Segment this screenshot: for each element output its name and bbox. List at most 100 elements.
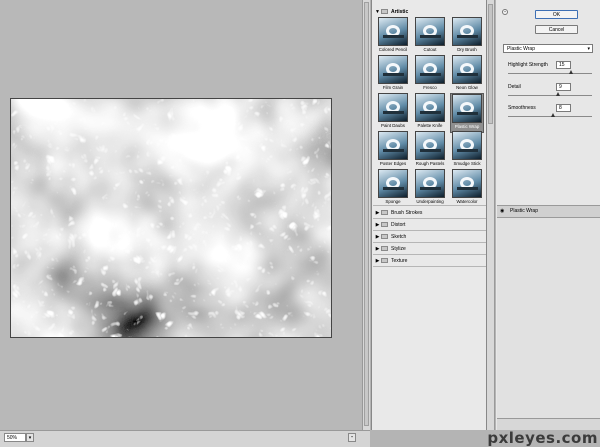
disclosure-triangle-icon: ▶ — [375, 257, 380, 264]
divider — [373, 230, 486, 231]
detail-label: Detail — [508, 84, 521, 90]
disclosure-triangle-icon: ▶ — [375, 233, 380, 240]
category-distort[interactable]: ▶ Distort — [374, 220, 486, 229]
detail-field[interactable]: 9 — [556, 83, 571, 91]
chevron-up-icon[interactable]: ⌃ — [502, 9, 508, 15]
filter-preview-image — [415, 55, 445, 84]
highlight-strength-slider-handle[interactable] — [569, 70, 573, 74]
category-label: Sketch — [391, 233, 407, 240]
filter-thumbnail-label: Dry Brush — [457, 47, 477, 52]
divider — [373, 254, 486, 255]
filter-thumbnail[interactable]: Colored Pencil — [376, 17, 410, 57]
filter-thumbnail[interactable]: Poster Edges — [376, 131, 410, 171]
filter-preview-image — [452, 131, 482, 160]
filter-preview-image — [415, 17, 445, 46]
scrollbar-thumb[interactable] — [364, 2, 369, 426]
filter-thumbnail[interactable]: Underpainting — [413, 169, 447, 209]
filter-thumbnail[interactable]: Watercolor — [450, 169, 484, 209]
disclosure-triangle-icon: ▶ — [375, 221, 380, 228]
filter-thumbnail-label: Neon Glow — [456, 85, 478, 90]
category-artistic[interactable]: ▼ Artistic — [374, 7, 486, 16]
filter-thumbnail[interactable]: Palette Knife — [413, 93, 447, 133]
zoom-field[interactable]: 50% — [4, 433, 26, 442]
category-sketch[interactable]: ▶ Sketch — [374, 232, 486, 241]
highlight-strength-label: Highlight Strength — [508, 62, 548, 68]
filter-thumbnail-label: Plastic Wrap — [454, 124, 480, 129]
category-label: Texture — [391, 257, 408, 264]
zoom-dropdown-icon[interactable]: ▾ — [26, 433, 34, 442]
watermark-text: pxleyes.com — [487, 429, 598, 447]
filter-thumbnail[interactable]: Sponge — [376, 169, 410, 209]
cancel-button[interactable]: Cancel — [535, 25, 578, 34]
filter-preview-image — [452, 55, 482, 84]
divider — [373, 205, 486, 206]
filter-thumbnail-label: Palette Knife — [417, 123, 443, 128]
filter-preview-image — [378, 55, 408, 84]
disclosure-triangle-icon: ▶ — [375, 245, 380, 252]
filter-thumbnail[interactable]: Neon Glow — [450, 55, 484, 95]
filter-preview-image — [378, 169, 408, 198]
preview-image[interactable] — [10, 98, 332, 338]
chevron-down-icon: ▾ — [587, 46, 590, 52]
filter-preview-image — [452, 17, 482, 46]
filter-thumbnail[interactable]: Dry Brush — [450, 17, 484, 57]
folder-icon — [381, 210, 388, 215]
filter-thumbnail[interactable]: Film Grain — [376, 55, 410, 95]
filter-select[interactable]: Plastic Wrap ▾ — [503, 44, 593, 53]
filter-thumbnail-label: Film Grain — [382, 85, 404, 90]
effect-layer-label: Plastic Wrap — [510, 208, 538, 214]
folder-icon — [381, 246, 388, 251]
disclosure-triangle-open-icon: ▼ — [375, 8, 380, 15]
effect-layers-list — [497, 205, 600, 430]
category-label: Distort — [391, 221, 406, 228]
folder-icon — [381, 222, 388, 227]
filter-thumbnail-label: Smudge Stick — [453, 161, 481, 166]
gallery-scrollbar-thumb[interactable] — [488, 4, 493, 124]
filter-thumbnail-label: Rough Pastels — [415, 161, 445, 166]
filter-preview-image — [415, 131, 445, 160]
category-label: Artistic — [391, 8, 409, 15]
zoom-out-button[interactable]: - — [348, 433, 356, 442]
filter-preview-image — [452, 169, 482, 198]
filter-preview-image — [378, 131, 408, 160]
gallery-scrollbar[interactable] — [487, 0, 495, 430]
smoothness-slider-handle[interactable] — [550, 113, 555, 117]
filter-preview-image — [452, 94, 482, 123]
folder-icon — [381, 258, 388, 263]
filter-thumbnail[interactable]: Smudge Stick — [450, 131, 484, 171]
filter-preview-image — [415, 93, 445, 122]
disclosure-triangle-icon: ▶ — [375, 209, 380, 216]
filter-thumbnail[interactable]: Cutout — [413, 17, 447, 57]
category-texture[interactable]: ▶ Texture — [374, 256, 486, 265]
filter-thumbnail-label: Paint Daubs — [381, 123, 405, 128]
divider — [373, 218, 486, 219]
category-stylize[interactable]: ▶ Stylize — [374, 244, 486, 253]
filter-thumbnail-label: Poster Edges — [379, 161, 407, 166]
eye-icon[interactable]: ◉ — [500, 209, 506, 215]
filter-thumbnail[interactable]: Plastic Wrap — [450, 93, 484, 133]
divider — [373, 266, 486, 267]
detail-slider-handle[interactable] — [556, 92, 561, 96]
filter-preview-image — [415, 169, 445, 198]
highlight-strength-slider[interactable] — [508, 73, 592, 74]
filter-thumbnail[interactable]: Paint Daubs — [376, 93, 410, 133]
category-label: Brush Strokes — [391, 209, 423, 216]
filter-preview-image — [378, 17, 408, 46]
ok-button[interactable]: OK — [535, 10, 578, 19]
smoothness-label: Smoothness — [508, 105, 536, 111]
highlight-strength-field[interactable]: 15 — [556, 61, 571, 69]
folder-icon — [381, 9, 388, 14]
filter-thumbnail-label: Colored Pencil — [378, 47, 408, 52]
filter-thumbnail[interactable]: Fresco — [413, 55, 447, 95]
detail-slider[interactable] — [508, 95, 592, 96]
effect-layer-row[interactable]: ◉ Plastic Wrap — [497, 206, 600, 218]
category-brush-strokes[interactable]: ▶ Brush Strokes — [374, 208, 486, 217]
plastic-wrap-texture — [11, 99, 331, 337]
folder-icon — [381, 234, 388, 239]
divider — [373, 242, 486, 243]
category-label: Stylize — [391, 245, 406, 252]
status-bar — [0, 430, 370, 447]
smoothness-field[interactable]: 8 — [556, 104, 571, 112]
preview-scrollbar[interactable] — [362, 0, 370, 430]
filter-thumbnail[interactable]: Rough Pastels — [413, 131, 447, 171]
